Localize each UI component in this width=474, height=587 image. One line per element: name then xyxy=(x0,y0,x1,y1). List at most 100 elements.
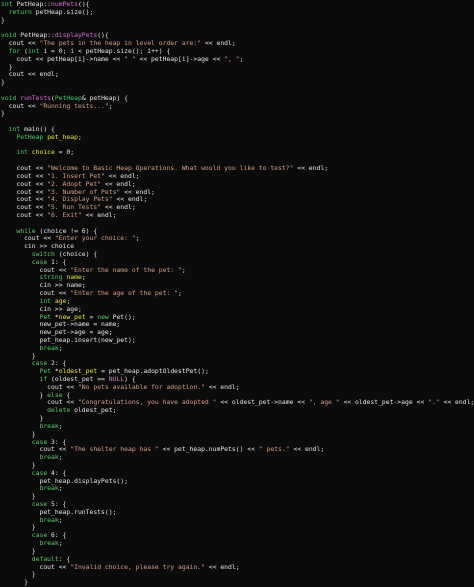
code-token: Pet xyxy=(39,367,52,376)
code-token: (choice) { xyxy=(54,250,98,258)
code-line: } xyxy=(0,109,474,118)
code-line: } xyxy=(0,414,474,423)
code-token: { xyxy=(62,390,71,399)
code-token: cout << xyxy=(1,289,71,298)
code-token: cout << xyxy=(1,445,71,454)
code-token: "Running tests..." xyxy=(39,101,109,110)
code-line: } xyxy=(0,460,474,470)
code-token: break xyxy=(39,484,59,493)
code-token: } xyxy=(1,578,28,587)
code-token: "Congratulations, you have adopted " xyxy=(77,398,217,407)
code-token: numPets xyxy=(51,0,78,8)
code-token: ", age " xyxy=(308,398,340,407)
code-line: cout << "Enter the age of the pet: "; xyxy=(0,289,474,298)
code-line: delete oldest_pet; xyxy=(0,406,474,415)
code-token: break xyxy=(39,421,59,430)
code-token: cout << xyxy=(1,382,78,391)
code-token: ) { xyxy=(124,375,136,383)
code-token: new xyxy=(97,312,109,321)
code-token: oldest_pet xyxy=(58,367,98,376)
code-token: 6: { xyxy=(47,531,67,540)
code-token: << endl; xyxy=(289,445,325,454)
code-token: runTests xyxy=(20,93,52,102)
code-token: petHeap.size(); xyxy=(31,7,94,16)
code-token: break xyxy=(39,453,59,462)
code-token: "The shelter heap has " xyxy=(70,445,159,454)
code-token: cin >> name; xyxy=(1,281,86,290)
code-token: << pet_heap.numPets() << xyxy=(158,445,259,454)
code-token: PetHeap xyxy=(16,132,44,141)
code-token: << oldest_pet->name << xyxy=(216,398,309,407)
code-token: while xyxy=(16,226,36,235)
code-token: : { xyxy=(58,554,71,563)
code-line: pet_heap.runTests(); xyxy=(0,507,474,517)
code-token: } xyxy=(1,523,36,532)
code-token: int xyxy=(16,148,28,157)
code-token: " " xyxy=(124,54,136,63)
code-token: (){ xyxy=(97,31,109,40)
code-token: } xyxy=(1,460,36,469)
code-token: int xyxy=(8,125,21,133)
code-token: } xyxy=(1,429,36,438)
code-line: } xyxy=(0,16,474,25)
code-token: ; xyxy=(58,453,63,462)
code-token: } xyxy=(1,414,44,423)
code-token: pet_heap.runTests(); xyxy=(1,507,117,516)
code-line: break; xyxy=(0,539,474,548)
code-token: << endl; xyxy=(112,195,148,204)
code-line: break; xyxy=(0,484,474,493)
code-line: cout << "No pets available for adoption.… xyxy=(0,382,474,392)
code-token: new_pet->name = name; xyxy=(1,320,121,329)
code-token: for xyxy=(8,46,21,55)
code-token: = xyxy=(85,312,98,321)
code-token: ; xyxy=(58,484,63,493)
code-token: cout << xyxy=(1,164,48,173)
code-line: cout << "6. Exit" << endl; xyxy=(0,211,474,220)
code-token: choice xyxy=(31,148,55,157)
code-token: ; xyxy=(178,289,182,298)
code-token: pet_heap xyxy=(47,132,78,141)
code-token: cout << endl; xyxy=(1,70,59,79)
code-token: (){ xyxy=(77,0,90,8)
code-token: cout << xyxy=(1,171,48,180)
code-token: * xyxy=(51,312,59,321)
code-token: cout << xyxy=(1,195,48,204)
code-editor[interactable]: int PetHeap::numPets(){ return petHeap.s… xyxy=(0,0,474,587)
code-token: << endl; xyxy=(104,171,140,180)
code-token: 3: { xyxy=(47,437,67,446)
code-line: return petHeap.size(); xyxy=(0,7,474,17)
code-line: break; xyxy=(0,421,474,431)
code-token: new_pet xyxy=(58,312,86,321)
code-token: default xyxy=(31,554,59,563)
code-line: break; xyxy=(0,453,474,462)
code-token: ; xyxy=(81,273,86,282)
code-token: PetHeap:: xyxy=(16,31,55,40)
code-line: pet_heap.displayPets(); xyxy=(0,477,474,486)
code-token: break xyxy=(39,539,59,548)
code-token: Pet xyxy=(39,312,52,321)
code-token: oldest_pet; xyxy=(70,406,117,415)
code-token: cout << xyxy=(1,101,40,110)
code-token: "." xyxy=(428,398,440,407)
code-token: int xyxy=(27,46,40,55)
code-token: = pet_heap.adoptOldestPet(); xyxy=(97,367,209,376)
code-token: "Welcome to Basic Heap Operations. What … xyxy=(47,164,294,173)
code-token: (choice != 6) { xyxy=(35,226,98,235)
code-token: ; xyxy=(181,265,186,274)
code-token: cout << xyxy=(1,39,40,48)
code-line: pet_heap.insert(new_pet); xyxy=(0,336,474,345)
code-token: void xyxy=(1,31,17,40)
